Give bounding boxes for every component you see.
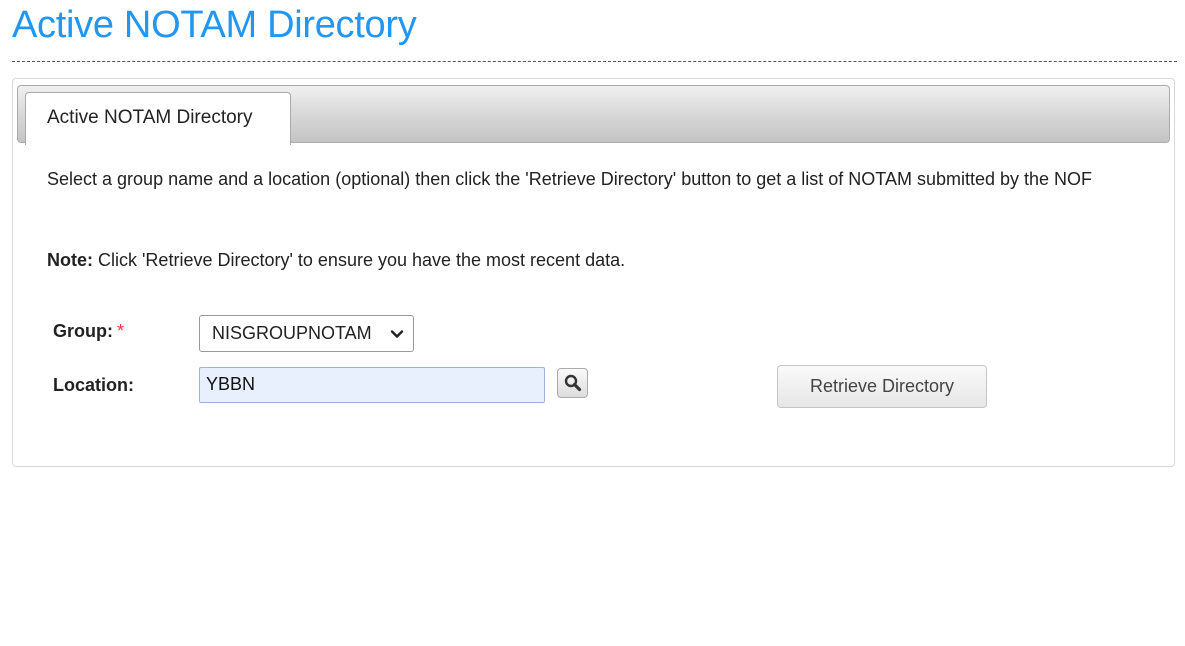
group-label: Group: *: [53, 321, 124, 342]
magnifier-icon: [564, 374, 582, 392]
retrieve-directory-button[interactable]: Retrieve Directory: [777, 365, 987, 408]
chevron-down-icon: [390, 330, 404, 338]
instructions-text: Select a group name and a location (opti…: [47, 169, 1093, 189]
required-marker: *: [117, 321, 125, 341]
group-select[interactable]: NISGROUPNOTAM: [199, 315, 414, 352]
location-input[interactable]: YBBN: [199, 367, 545, 403]
directory-panel: Active NOTAM Directory Select a group na…: [12, 78, 1175, 467]
group-select-value: NISGROUPNOTAM: [212, 323, 372, 343]
note-body: Click 'Retrieve Directory' to ensure you…: [93, 250, 626, 270]
group-label-text: Group:: [53, 321, 113, 341]
location-label: Location:: [53, 375, 134, 395]
note-text: Note: Click 'Retrieve Directory' to ensu…: [47, 250, 625, 271]
location-search-button[interactable]: [557, 368, 588, 398]
title-divider: [12, 61, 1177, 62]
tab-strip: Active NOTAM Directory: [17, 85, 1170, 145]
note-label: Note:: [47, 250, 93, 270]
page-title: Active NOTAM Directory: [12, 4, 417, 46]
tab-active-notam-directory[interactable]: Active NOTAM Directory: [25, 92, 291, 145]
